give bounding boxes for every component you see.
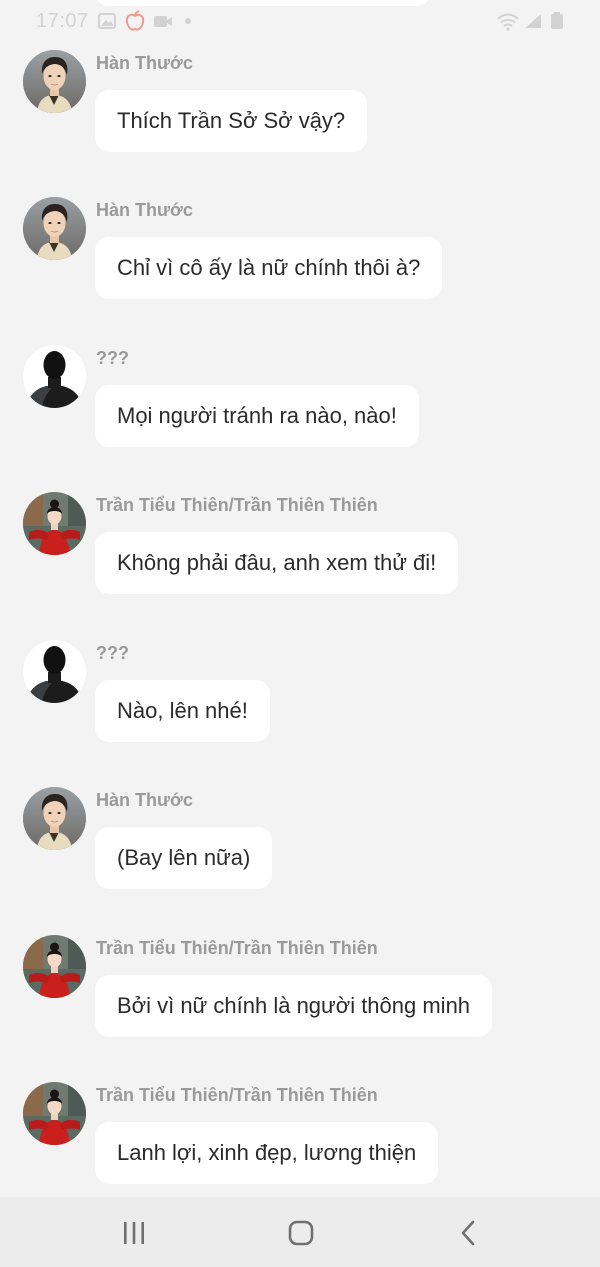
red-dress-avatar[interactable]: [23, 1082, 86, 1145]
sender-name: Hàn Thước: [96, 53, 193, 73]
chat-message: Hàn Thước Chỉ vì cô ấy là nữ chính thôi à…: [0, 197, 600, 307]
status-bar: 17:07: [0, 0, 600, 44]
sender-name: Trần Tiểu Thiên/Trần Thiên Thiên: [96, 495, 378, 515]
sender-name: Trần Tiểu Thiên/Trần Thiên Thiên: [96, 1085, 378, 1105]
chat-message: ??? Nào, lên nhé!: [0, 640, 600, 750]
chat-message: Hàn Thước Thích Trần Sở Sở vậy?: [0, 50, 600, 160]
chat-message: Trần Tiểu Thiên/Trần Thiên Thiên Bởi vì n…: [0, 935, 600, 1045]
hanthuoc-avatar[interactable]: [23, 197, 86, 260]
chat-message: ??? Mọi người tránh ra nào, nào!: [0, 345, 600, 455]
silhouette-avatar[interactable]: [23, 640, 86, 703]
dot-icon: [185, 18, 191, 24]
hanthuoc-avatar[interactable]: [23, 50, 86, 113]
silhouette-avatar[interactable]: [23, 345, 86, 408]
message-bubble[interactable]: Lanh lợi, xinh đẹp, lương thiện: [95, 1122, 439, 1184]
message-bubble[interactable]: Bởi vì nữ chính là người thông minh: [95, 975, 493, 1037]
sender-name: Trần Tiểu Thiên/Trần Thiên Thiên: [96, 938, 378, 958]
video-icon: [154, 16, 172, 27]
image-icon: [98, 13, 116, 29]
hanthuoc-avatar[interactable]: [23, 787, 86, 850]
message-bubble[interactable]: Thích Trần Sở Sở vậy?: [95, 90, 368, 152]
sender-name: Hàn Thước: [96, 790, 193, 810]
message-bubble[interactable]: (Bay lên nữa): [95, 827, 273, 889]
message-bubble[interactable]: Chỉ vì cô ấy là nữ chính thôi à?: [95, 237, 443, 299]
chat-message: Trần Tiểu Thiên/Trần Thiên Thiên Không ph…: [0, 492, 600, 602]
home-icon[interactable]: [281, 1213, 321, 1253]
chat-message: Trần Tiểu Thiên/Trần Thiên Thiên Lanh lợi…: [0, 1082, 600, 1192]
message-bubble[interactable]: Nào, lên nhé!: [95, 680, 270, 742]
sender-name: ???: [96, 348, 129, 368]
signal-icon: [525, 14, 541, 28]
recent-apps-icon[interactable]: [114, 1213, 154, 1253]
status-time: 17:07: [36, 10, 89, 32]
apple-icon: [125, 10, 145, 31]
message-bubble[interactable]: Mọi người tránh ra nào, nào!: [95, 385, 419, 447]
sender-name: ???: [96, 643, 129, 663]
wifi-icon: [497, 13, 519, 31]
sender-name: Hàn Thước: [96, 200, 193, 220]
message-bubble[interactable]: Không phải đâu, anh xem thử đi!: [95, 532, 459, 594]
navigation-bar: [0, 1197, 600, 1267]
red-dress-avatar[interactable]: [23, 492, 86, 555]
chat-message: Hàn Thước (Bay lên nữa): [0, 787, 600, 897]
back-icon[interactable]: [449, 1213, 489, 1253]
red-dress-avatar[interactable]: [23, 935, 86, 998]
battery-icon: [551, 12, 563, 29]
